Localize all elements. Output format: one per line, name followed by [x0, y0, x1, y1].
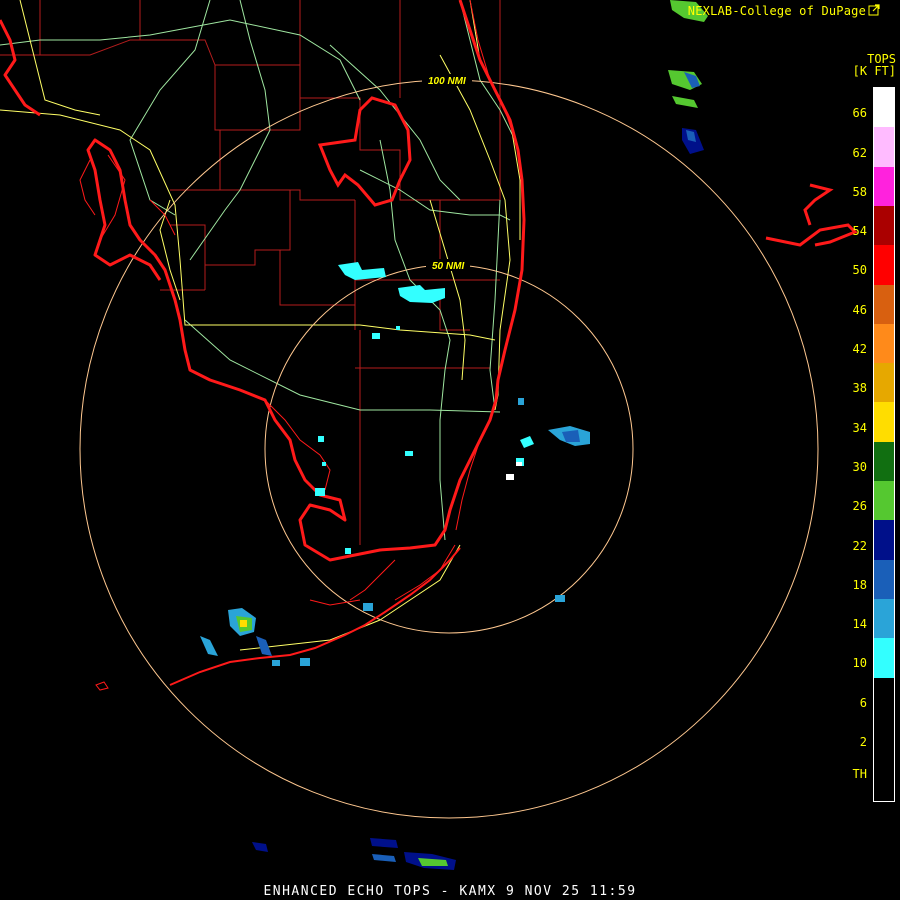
- echo-cell: [256, 636, 272, 656]
- echo-cell: [363, 603, 373, 611]
- footer-separator: -: [440, 884, 450, 899]
- legend-label: 22: [852, 538, 867, 553]
- legend-label: 10: [852, 656, 867, 671]
- legend-label: 58: [852, 184, 867, 199]
- legend-label: TH: [852, 767, 867, 781]
- ring-label-50nmi: 50 NMI: [432, 261, 464, 272]
- lake-okeechobee: [317, 96, 412, 207]
- echo-cell: [322, 462, 326, 466]
- echo-cell: [370, 838, 398, 848]
- abaco-coast: [803, 183, 834, 226]
- highways: [0, 0, 521, 651]
- legend-label: 62: [852, 145, 867, 160]
- legend-title: TOPS [K FT]: [853, 53, 896, 77]
- echo-cell: [520, 436, 534, 448]
- legend-swatch: [874, 127, 894, 167]
- range-rings: [79, 79, 819, 819]
- legend-label: 18: [852, 577, 867, 592]
- legend-swatch: [874, 363, 894, 403]
- footer-time: 11:59: [589, 884, 637, 899]
- legend-label: 34: [852, 420, 867, 435]
- grand-bahama-coast: [765, 223, 858, 247]
- echo-cell: [372, 333, 380, 339]
- product-footer: ENHANCED ECHO TOPS - KAMX 9 NOV 25 11:59: [0, 884, 900, 899]
- ring-label-100nmi: 100 NMI: [428, 76, 466, 87]
- radar-map: 50 NMI 100 NMI: [0, 0, 858, 870]
- footer-date: 9 NOV 25: [505, 884, 581, 899]
- echo-cell: [516, 462, 522, 466]
- legend-label: 46: [852, 302, 867, 317]
- legend-swatch: [874, 441, 894, 481]
- echo-cell: [518, 398, 524, 405]
- credit-text[interactable]: NEXLAB-College of DuPage: [688, 4, 866, 18]
- legend-label: 26: [852, 499, 867, 514]
- legend-title-units: [K FT]: [852, 64, 896, 78]
- echo-cell: [240, 620, 247, 627]
- legend-label: 14: [852, 617, 867, 632]
- legend-label: 30: [852, 459, 867, 474]
- range-ring-100nmi: [79, 79, 819, 819]
- echo-cell: [405, 451, 413, 456]
- echo-cell: [398, 285, 445, 303]
- legend-swatch: [874, 520, 894, 560]
- external-link-icon[interactable]: [868, 4, 880, 16]
- legend-swatch: [874, 402, 894, 442]
- legend-swatch: [874, 284, 894, 324]
- legend-swatch: [874, 205, 894, 246]
- echo-cell: [555, 595, 565, 602]
- legend-swatch: [874, 88, 894, 128]
- legend-swatch: [874, 598, 894, 639]
- echo-cell: [315, 488, 325, 496]
- legend-swatch: [874, 559, 894, 599]
- footer-product: ENHANCED ECHO TOPS: [263, 884, 432, 899]
- legend-label: 2: [859, 735, 867, 749]
- legend-label: 54: [852, 224, 867, 239]
- legend-swatch: [874, 481, 894, 521]
- legend-swatch: [874, 245, 894, 285]
- legend-label: 50: [852, 263, 867, 278]
- legend-swatch: [874, 638, 894, 678]
- echo-cell: [200, 636, 218, 656]
- legend-swatch: [874, 677, 894, 801]
- legend-label: 42: [852, 342, 867, 356]
- legend-label: 6: [859, 695, 867, 710]
- echo-cell: [338, 262, 386, 280]
- echo-cell: [372, 854, 396, 862]
- florida-keys: [169, 547, 461, 686]
- echo-cell: [272, 660, 280, 666]
- legend-swatch: [874, 166, 894, 206]
- echo-cell: [506, 474, 514, 480]
- echo-cell: [396, 326, 400, 330]
- legend-swatch: [874, 323, 894, 364]
- range-ring-50nmi: [264, 264, 634, 634]
- footer-station: KAMX: [459, 884, 497, 899]
- dry-tortugas: [95, 681, 109, 691]
- echo-cell: [252, 842, 268, 852]
- echo-cell: [318, 436, 324, 442]
- echo-cell: [300, 658, 310, 666]
- color-legend: [873, 87, 895, 802]
- legend-label: 66: [852, 106, 867, 121]
- echo-cell: [345, 548, 351, 554]
- echo-cell: [672, 96, 698, 108]
- legend-label: 38: [852, 381, 867, 396]
